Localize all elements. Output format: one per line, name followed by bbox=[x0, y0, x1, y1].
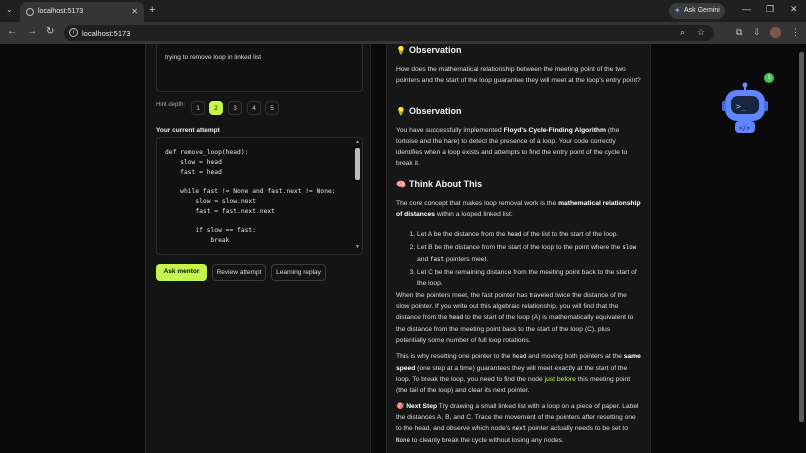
page-scroll-thumb[interactable] bbox=[799, 52, 804, 422]
hint-depth-3[interactable]: 3 bbox=[228, 101, 242, 115]
svg-text:>_: >_ bbox=[736, 102, 746, 111]
brain-icon: 🧠 bbox=[396, 180, 406, 189]
para2-a: This is why resetting one pointer to the bbox=[396, 353, 513, 360]
page-scrollbar[interactable] bbox=[797, 44, 806, 453]
code-scroll-thumb[interactable] bbox=[355, 148, 360, 180]
list-item: Let B be the distance from the start of … bbox=[417, 242, 641, 266]
hint-depth-label: Hint depth: bbox=[156, 102, 186, 108]
hint-depth-4[interactable]: 4 bbox=[247, 101, 261, 115]
observation-heading-1: 💡 Observation bbox=[396, 45, 461, 55]
next-c: to cleanly break the cycle without losin… bbox=[409, 437, 564, 444]
restore-icon[interactable]: ❐ bbox=[766, 4, 774, 15]
next-step-bold: Next Step bbox=[406, 403, 438, 410]
hint-depth-5[interactable]: 5 bbox=[265, 101, 279, 115]
think-title: Think About This bbox=[408, 179, 483, 189]
obs2-bold: Floyd's Cycle-Finding Algorithm bbox=[503, 127, 606, 134]
tab-search-icon[interactable]: ⌄ bbox=[6, 5, 13, 14]
browser-tab-bar: ⌄ localhost:5173 ✕ + ✦ Ask Gemini — ❐ ✕ bbox=[0, 0, 806, 22]
input-panel: trying to remove loop in linked list Hin… bbox=[145, 44, 371, 453]
think-heading: 🧠 Think About This bbox=[396, 179, 482, 189]
browser-menu-icon[interactable]: ⋮ bbox=[791, 27, 800, 38]
observation-heading-2: 💡 Observation bbox=[396, 106, 461, 116]
back-icon[interactable]: ← bbox=[7, 26, 17, 37]
code-scrollbar[interactable]: ▲ ▼ bbox=[355, 139, 360, 252]
ask-gemini-button[interactable]: ✦ Ask Gemini bbox=[669, 3, 725, 19]
think-intro: The core concept that makes loop removal… bbox=[396, 198, 642, 220]
question-textarea[interactable]: trying to remove loop in linked list bbox=[156, 44, 363, 92]
code-text[interactable]: def remove_loop(head): slow = head fast … bbox=[165, 148, 336, 246]
close-tab-icon[interactable]: ✕ bbox=[131, 7, 138, 16]
list2-b: pointers meet. bbox=[444, 256, 489, 263]
zoom-icon[interactable]: ⌕ bbox=[680, 27, 685, 38]
close-window-icon[interactable]: ✕ bbox=[790, 4, 798, 15]
list2-a: Let B be the distance from the start of … bbox=[417, 244, 623, 251]
explanation-paragraph-1: When the pointers meet, the fast pointer… bbox=[396, 290, 642, 346]
address-bar[interactable]: i localhost:5173 bbox=[64, 25, 714, 41]
obs2-text-a: You have successfully implemented bbox=[396, 127, 504, 134]
think-text-b: within a looped linked list: bbox=[435, 211, 513, 218]
next-b: pointer actually needs to be set to bbox=[526, 425, 629, 432]
robot-mascot-icon[interactable]: >_ </> bbox=[722, 79, 768, 135]
list-item: Let A be the distance from the head of t… bbox=[417, 229, 641, 241]
scroll-up-icon[interactable]: ▲ bbox=[355, 139, 360, 145]
lightbulb-icon: 💡 bbox=[396, 107, 406, 116]
notification-badge: 1 bbox=[764, 73, 774, 83]
minimize-icon[interactable]: — bbox=[742, 4, 751, 14]
next-code1: next bbox=[512, 426, 527, 432]
address-url: localhost:5173 bbox=[82, 29, 131, 38]
list3: Let C be the remaining distance from the… bbox=[417, 269, 637, 287]
scroll-down-icon[interactable]: ▼ bbox=[355, 244, 360, 250]
distance-list: Let A be the distance from the head of t… bbox=[403, 229, 641, 290]
list1-b: of the list to the start of the loop. bbox=[521, 231, 619, 238]
ask-mentor-button[interactable]: Ask mentor bbox=[156, 264, 207, 281]
site-info-icon[interactable]: i bbox=[69, 28, 78, 37]
bookmark-star-icon[interactable]: ☆ bbox=[697, 27, 705, 38]
reload-icon[interactable]: ↻ bbox=[46, 26, 54, 37]
mentor-response-panel: 💡 Observation How does the mathematical r… bbox=[386, 44, 651, 453]
browser-tab[interactable]: localhost:5173 ✕ bbox=[20, 2, 144, 22]
list1-code: head bbox=[507, 232, 522, 238]
page-content: trying to remove loop in linked list Hin… bbox=[0, 44, 806, 453]
target-icon: 🎯 bbox=[396, 403, 405, 410]
ask-gemini-label: Ask Gemini bbox=[684, 7, 720, 14]
think-text-a: The core concept that makes loop removal… bbox=[396, 200, 559, 207]
para1-code: head bbox=[449, 315, 464, 321]
list1-a: Let A be the distance from the bbox=[417, 231, 508, 238]
explanation-paragraph-2: This is why resetting one pointer to the… bbox=[396, 351, 642, 396]
hint-depth-1[interactable]: 1 bbox=[191, 101, 205, 115]
learning-replay-button[interactable]: Learning replay bbox=[271, 264, 326, 281]
extensions-icon[interactable]: ⧉ bbox=[736, 27, 742, 38]
profile-avatar[interactable] bbox=[770, 27, 781, 38]
forward-icon[interactable]: → bbox=[27, 26, 37, 37]
list2-and: and bbox=[417, 256, 431, 263]
observation-title-1: Observation bbox=[408, 45, 462, 55]
gemini-sparkle-icon: ✦ bbox=[674, 6, 681, 15]
lightbulb-icon: 💡 bbox=[396, 46, 406, 55]
new-tab-icon[interactable]: + bbox=[149, 4, 155, 16]
para2-code: head bbox=[512, 354, 527, 360]
observation-text-1: How does the mathematical relationship b… bbox=[396, 66, 641, 84]
attempt-label: Your current attempt bbox=[156, 127, 220, 134]
list2-code2: fast bbox=[430, 257, 444, 263]
downloads-icon[interactable]: ⇩ bbox=[753, 27, 761, 38]
globe-icon bbox=[26, 8, 34, 16]
tab-title: localhost:5173 bbox=[38, 8, 84, 15]
code-editor[interactable]: def remove_loop(head): slow = head fast … bbox=[156, 137, 363, 255]
observation-title-2: Observation bbox=[408, 106, 462, 116]
para2-b: and moving both pointers at the bbox=[526, 353, 624, 360]
hint-depth-2[interactable]: 2 bbox=[209, 101, 223, 115]
observation-text-2: You have successfully implemented Floyd'… bbox=[396, 125, 642, 169]
browser-toolbar: ← → ↻ i localhost:5173 ⌕ ☆ ⧉ ⇩ ⋮ bbox=[0, 22, 806, 44]
list-item: Let C be the remaining distance from the… bbox=[417, 267, 641, 289]
svg-text:</>: </> bbox=[739, 125, 750, 132]
list2-code1: slow bbox=[622, 245, 637, 251]
next-code2: None bbox=[396, 438, 410, 444]
just-before-link[interactable]: just before bbox=[545, 376, 576, 383]
next-step-paragraph: 🎯 Next Step Try drawing a small linked l… bbox=[396, 401, 642, 447]
review-attempt-button[interactable]: Review attempt bbox=[212, 264, 266, 281]
